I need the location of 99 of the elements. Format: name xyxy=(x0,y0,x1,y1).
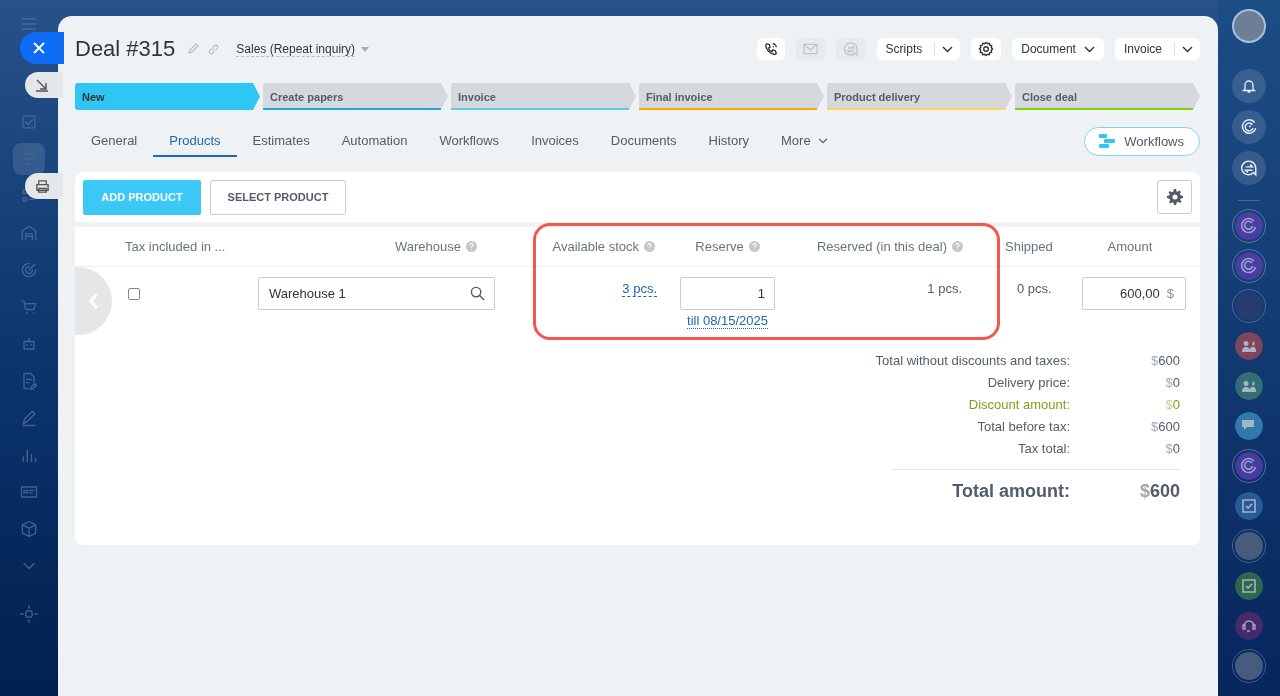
total-label: Discount amount: xyxy=(967,397,1070,412)
bot-circle-icon[interactable] xyxy=(1235,212,1263,240)
column-header: Available stock xyxy=(552,239,639,254)
phone-icon xyxy=(763,42,778,56)
total-value: $0 xyxy=(1164,397,1180,412)
support-icon[interactable] xyxy=(1235,612,1263,640)
column-header: Reserved (in this deal) xyxy=(816,239,947,254)
help-icon[interactable] xyxy=(748,241,760,252)
tab[interactable]: Estimates xyxy=(236,125,326,157)
total-value: $0 xyxy=(1164,441,1180,456)
search-icon xyxy=(470,286,485,301)
column-header: Amount xyxy=(1107,239,1153,254)
caret-icon[interactable] xyxy=(1182,45,1193,53)
stage-step[interactable]: Close deal xyxy=(1015,83,1200,110)
total-label: Total without discounts and taxes: xyxy=(874,353,1070,368)
group-chat-icon[interactable] xyxy=(1235,372,1263,400)
caret-icon xyxy=(1083,45,1095,53)
menu-button[interactable]: Invoice xyxy=(1114,42,1174,56)
caret-icon[interactable] xyxy=(942,45,954,53)
printer-icon xyxy=(34,178,50,194)
contact-avatar[interactable] xyxy=(1235,532,1263,560)
total-amount-value: $600 xyxy=(1138,481,1180,502)
deal-title: Deal #315 xyxy=(75,36,176,62)
total-value: $0 xyxy=(1164,375,1180,390)
document-dropdown[interactable]: Document xyxy=(1012,38,1104,60)
available-stock-link[interactable]: 3 pcs. xyxy=(622,281,657,297)
bell-icon xyxy=(1241,78,1257,94)
total-label: Delivery price: xyxy=(986,375,1070,390)
stage-step[interactable]: Create papers xyxy=(263,83,448,110)
chat-button[interactable] xyxy=(1232,151,1266,185)
total-value: $600 xyxy=(1150,419,1180,434)
close-button[interactable] xyxy=(20,32,64,64)
stage-step[interactable]: Final invoice xyxy=(639,83,824,110)
minimize-button[interactable] xyxy=(25,72,63,98)
help-icon[interactable] xyxy=(466,241,477,252)
reserve-date-link[interactable]: till 08/15/2025 xyxy=(687,313,768,329)
help-icon[interactable] xyxy=(952,241,963,252)
contact-avatar[interactable] xyxy=(1235,292,1263,320)
chat-icon xyxy=(842,41,859,57)
link-icon[interactable] xyxy=(207,42,221,56)
amount-field[interactable]: 600,00 $ xyxy=(1082,277,1186,310)
workflows-button[interactable]: Workflows xyxy=(1084,126,1200,156)
tab[interactable]: History xyxy=(692,125,766,157)
bot-circle-icon[interactable] xyxy=(1235,452,1263,480)
column-header: Shipped xyxy=(1005,239,1053,254)
user-avatar[interactable] xyxy=(1232,9,1266,43)
pipeline-dropdown[interactable]: Sales (Repeat inquiry) xyxy=(228,41,370,57)
spiral-icon xyxy=(1240,118,1258,136)
stage-step[interactable]: Invoice xyxy=(451,83,636,110)
caret-icon xyxy=(817,137,828,144)
group-chat-icon[interactable] xyxy=(1235,332,1263,360)
task-icon[interactable] xyxy=(1235,492,1263,520)
contact-avatar[interactable] xyxy=(1235,652,1263,680)
notification-button[interactable] xyxy=(1232,69,1266,103)
settings-icon xyxy=(978,41,995,57)
tab[interactable]: Automation xyxy=(325,125,424,157)
caret-icon xyxy=(361,46,370,52)
pencil-icon[interactable] xyxy=(187,43,200,55)
close-icon xyxy=(33,42,45,54)
settings-button[interactable] xyxy=(1157,180,1192,214)
chat-icon xyxy=(1240,159,1258,177)
column-header: Reserve xyxy=(695,239,744,254)
select-product-button[interactable]: SELECT PRODUCT xyxy=(210,179,346,215)
workflow-icon xyxy=(1098,133,1117,149)
reserve-quantity-field[interactable]: 1 xyxy=(680,277,775,310)
menu-button[interactable]: Scripts xyxy=(876,42,935,56)
messages-icon[interactable] xyxy=(1235,412,1263,440)
tab[interactable]: Documents xyxy=(594,125,693,157)
total-amount-label: Total amount: xyxy=(951,481,1070,502)
chevron-left-icon xyxy=(88,292,99,310)
reserved-quantity: 1 pcs. xyxy=(927,281,962,298)
box-icon[interactable] xyxy=(19,519,39,539)
shipped-quantity: 0 pcs. xyxy=(1017,281,1052,298)
target-icon[interactable] xyxy=(19,260,39,280)
tab[interactable]: More xyxy=(765,125,844,157)
total-label: Total before tax: xyxy=(976,419,1070,434)
settings-button[interactable] xyxy=(971,38,1002,60)
copilot-button[interactable] xyxy=(1232,110,1266,144)
bot-circle-icon[interactable] xyxy=(1235,252,1263,280)
column-header: Warehouse xyxy=(395,239,461,254)
email-icon xyxy=(802,43,818,55)
help-icon[interactable] xyxy=(644,241,655,252)
arrow-down-right-icon xyxy=(35,78,49,92)
tax-checkbox[interactable] xyxy=(128,288,140,300)
print-button[interactable] xyxy=(25,173,63,199)
settings-icon xyxy=(1166,189,1183,205)
tab[interactable]: Products xyxy=(153,125,237,157)
tab[interactable]: Invoices xyxy=(515,125,595,157)
garage-icon[interactable] xyxy=(19,223,39,243)
task-icon[interactable] xyxy=(1235,572,1263,600)
total-value: $600 xyxy=(1150,353,1180,368)
warehouse-field[interactable]: Warehouse 1 xyxy=(258,277,495,310)
phone-button[interactable] xyxy=(756,38,785,60)
total-label: Tax total: xyxy=(1016,441,1070,456)
column-header: Tax included in ... xyxy=(125,239,226,254)
stage-step[interactable]: New xyxy=(75,83,260,110)
stage-step[interactable]: Product delivery xyxy=(827,83,1012,110)
tab[interactable]: Workflows xyxy=(423,125,516,157)
tab[interactable]: General xyxy=(75,125,154,157)
